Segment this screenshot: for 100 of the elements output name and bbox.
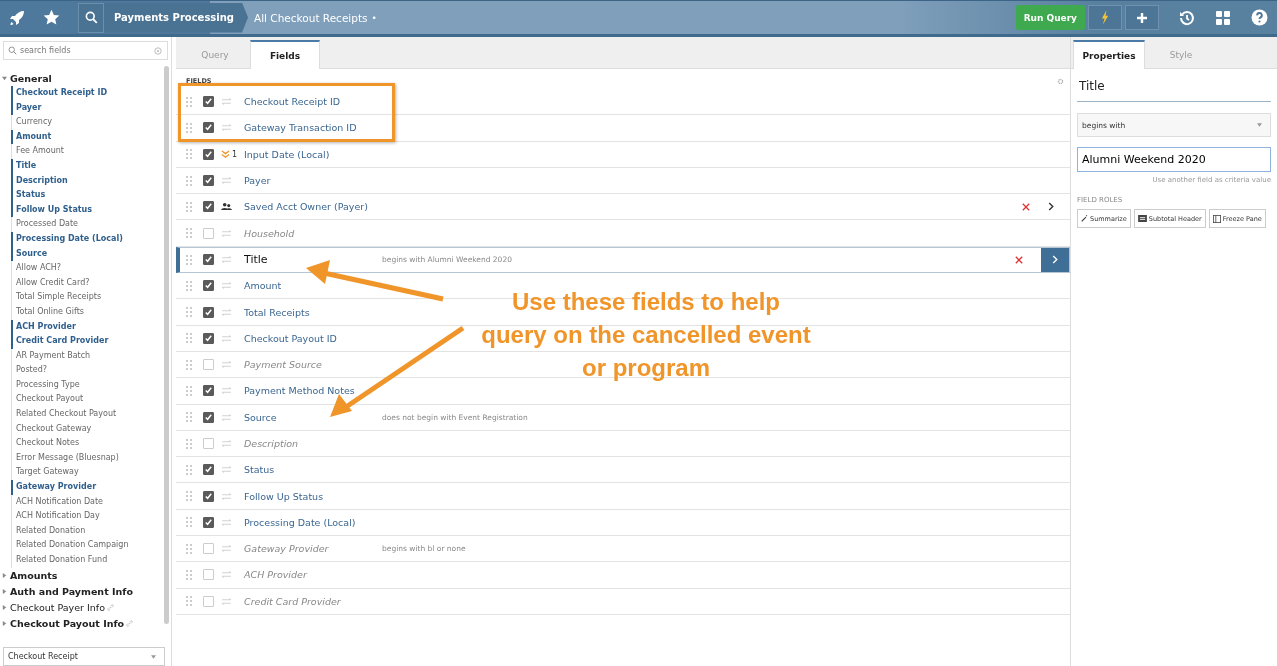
drag-handle-icon[interactable] [186, 254, 192, 265]
record-type-dropdown[interactable]: Checkout Receipt [3, 647, 165, 666]
drag-handle-icon[interactable] [186, 596, 192, 607]
drag-handle-icon[interactable] [186, 122, 192, 133]
annotation-text: Use these fields to help query on the cancelled event or program [481, 287, 811, 383]
checkbox[interactable] [203, 148, 214, 160]
field-name: Checkout Payout ID [244, 332, 338, 344]
drag-handle-icon[interactable] [186, 464, 192, 475]
drag-handle-icon[interactable] [186, 359, 192, 370]
unsaved-indicator: • [371, 12, 377, 23]
caret-icon [151, 654, 156, 659]
checkbox[interactable] [203, 122, 214, 134]
sort-arrows-icon[interactable] [221, 466, 232, 474]
sort-arrows-icon[interactable] [221, 413, 232, 421]
sort-arrows-icon[interactable] [221, 334, 232, 342]
remove-icon[interactable] [1022, 202, 1030, 211]
checkbox[interactable] [203, 385, 214, 397]
checkbox[interactable] [203, 332, 214, 344]
field-group[interactable]: Auth and Payment Info [10, 586, 133, 598]
field-name: Amount [244, 280, 283, 292]
drag-handle-icon[interactable] [186, 333, 192, 344]
field-name: Source [244, 411, 278, 423]
field-name: Status [244, 464, 276, 476]
drag-handle-icon[interactable] [186, 149, 192, 160]
criteria-input[interactable]: Alumni Weekend 2020 [1077, 147, 1271, 172]
header-icon [1137, 215, 1147, 222]
checkbox[interactable] [203, 175, 214, 187]
sort-arrows-icon[interactable] [221, 98, 232, 106]
drag-handle-icon[interactable] [186, 201, 192, 212]
checkbox[interactable] [203, 254, 214, 266]
chevron-right-icon[interactable] [1048, 202, 1054, 212]
chevron-down-icon[interactable] [221, 149, 230, 159]
field-name: Total Receipts [244, 306, 311, 318]
drag-handle-icon[interactable] [186, 228, 192, 239]
sort-arrows-icon[interactable] [221, 440, 232, 447]
sort-arrows-icon[interactable] [221, 571, 232, 579]
drag-handle-icon[interactable] [186, 280, 192, 291]
drag-handle-icon[interactable] [186, 570, 192, 580]
sort-arrows-icon[interactable] [221, 124, 232, 132]
drag-handle-icon[interactable] [186, 491, 192, 502]
sort-arrows-icon[interactable] [221, 387, 232, 395]
field-name: Payment Source [244, 359, 323, 371]
checkbox[interactable] [203, 464, 214, 476]
plus-icon[interactable] [1125, 5, 1159, 30]
tab[interactable]: Properties [1073, 40, 1145, 69]
field-name: Input Date (Local) [244, 148, 331, 160]
wand-icon [1081, 215, 1088, 222]
drag-handle-icon[interactable] [186, 438, 192, 449]
sort-arrows-icon[interactable] [221, 492, 232, 500]
settings-icon[interactable] [1057, 77, 1064, 85]
drag-handle-icon[interactable] [186, 412, 192, 423]
breadcrumb-link[interactable]: Payments Processing [104, 2, 248, 33]
search-icon[interactable] [78, 2, 104, 33]
sort-arrows-icon[interactable] [221, 361, 232, 369]
sort-arrows-icon[interactable] [221, 177, 232, 185]
checkbox[interactable] [203, 201, 214, 213]
checkbox[interactable] [203, 96, 214, 108]
lightning-icon[interactable] [1088, 5, 1122, 30]
field-name: Payment Method Notes [244, 385, 356, 397]
sort-arrows-icon[interactable] [221, 282, 232, 290]
scrollbar[interactable] [164, 66, 169, 624]
field-title: Title [1077, 77, 1271, 102]
checkbox[interactable] [203, 411, 214, 423]
sort-arrows-icon[interactable] [221, 597, 232, 605]
drag-handle-icon[interactable] [186, 96, 192, 107]
field-name: ACH Provider [244, 569, 309, 581]
checkbox[interactable] [203, 280, 214, 292]
pane-icon [1212, 214, 1221, 223]
tab[interactable]: Fields [250, 40, 320, 69]
sort-arrows-icon[interactable] [221, 545, 232, 553]
field-name: Saved Acct Owner (Payer) [244, 201, 369, 213]
field-group[interactable]: General [10, 72, 52, 84]
clear-icon[interactable] [154, 46, 162, 55]
drag-handle-icon[interactable] [186, 385, 192, 396]
sort-arrows-icon[interactable] [221, 229, 232, 237]
field-name: Household [244, 227, 296, 239]
remove-icon[interactable] [1015, 255, 1023, 264]
field-group[interactable]: Amounts [10, 570, 58, 582]
field-group[interactable]: Checkout Payout Info [10, 618, 125, 630]
people-icon[interactable] [221, 202, 232, 212]
sort-order-number: 1 [232, 149, 238, 159]
chevron-right-icon [1052, 255, 1058, 265]
field-name: Processing Date (Local) [244, 516, 357, 528]
field-name: Credit Card Provider [244, 595, 342, 607]
checkbox[interactable] [203, 490, 214, 502]
drag-handle-icon[interactable] [186, 517, 192, 528]
search-field[interactable]: search fields [3, 41, 168, 60]
field-name: Gateway Provider [244, 543, 330, 555]
drag-handle-icon[interactable] [186, 175, 192, 186]
sort-arrows-icon[interactable] [221, 308, 232, 316]
checkbox[interactable] [203, 306, 214, 318]
sort-arrows-icon[interactable] [221, 256, 232, 264]
sort-arrows-icon[interactable] [221, 518, 232, 526]
field-name: Checkout Receipt ID [244, 96, 342, 108]
field-group[interactable]: Checkout Payer Info [10, 602, 105, 614]
open-properties-button[interactable] [1041, 247, 1069, 272]
field-name: Title [244, 253, 269, 267]
drag-handle-icon[interactable] [186, 307, 192, 317]
drag-handle-icon[interactable] [186, 543, 192, 554]
checkbox[interactable] [203, 516, 214, 528]
